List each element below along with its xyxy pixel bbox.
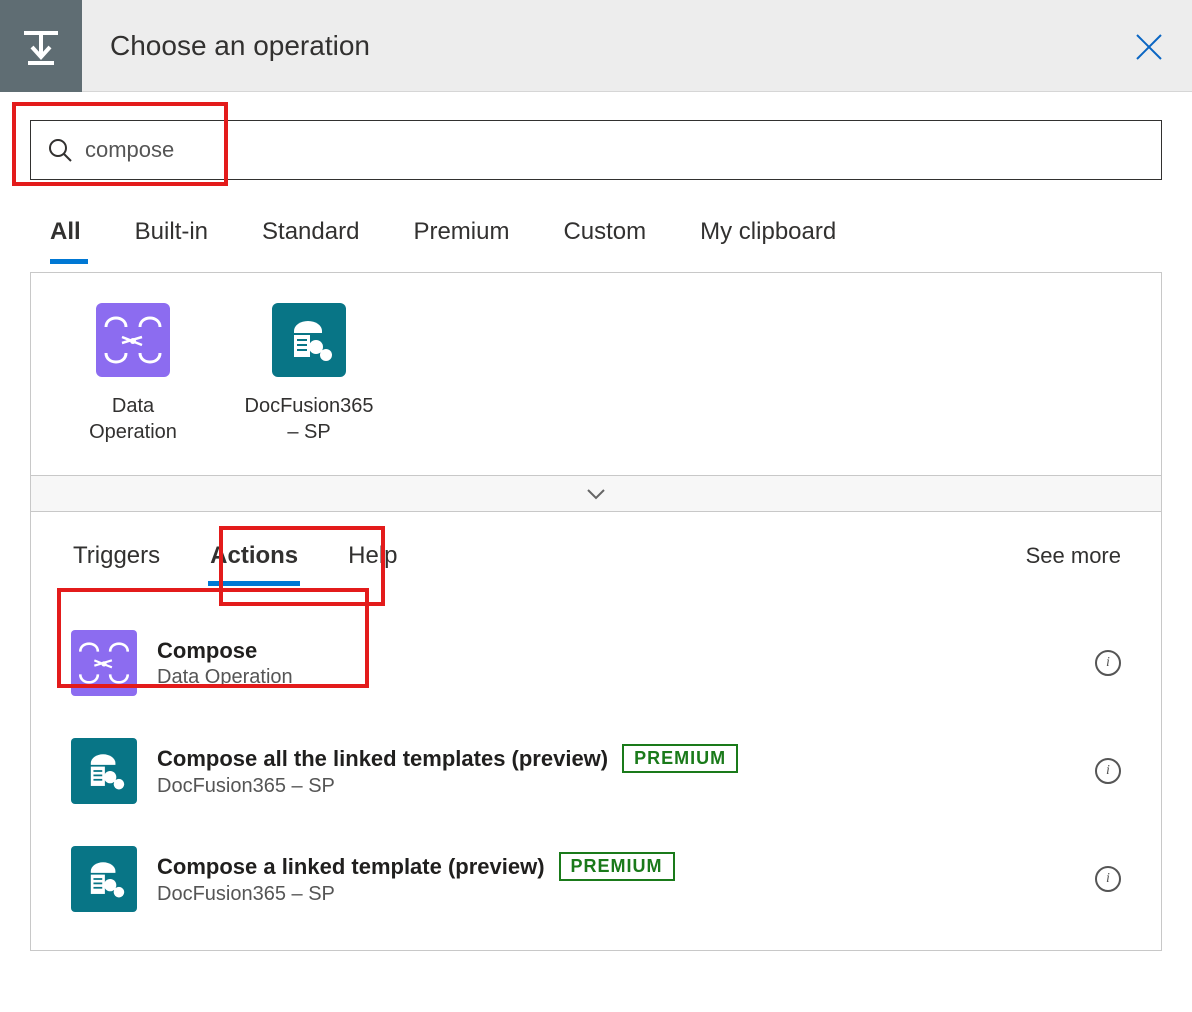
tab-triggers[interactable]: Triggers [71,536,162,576]
search-box[interactable] [30,120,1162,180]
connector-label: Data Operation [73,393,193,445]
action-compose-linked-template[interactable]: Compose a linked template (preview) PREM… [31,832,1161,926]
connector-docfusion365-sp[interactable]: DocFusion365 – SP [249,303,369,445]
action-title: Compose all the linked templates (previe… [157,746,608,772]
search-input[interactable] [83,136,1145,164]
see-more-link[interactable]: See more [1026,543,1121,569]
connector-filter-tabs: All Built-in Standard Premium Custom My … [50,218,1192,260]
dialog-title: Choose an operation [110,30,370,62]
action-title: Compose a linked template (preview) [157,854,545,880]
tab-help[interactable]: Help [346,536,399,576]
close-icon [1134,32,1164,62]
expand-connectors-button[interactable] [31,475,1161,511]
tab-actions[interactable]: Actions [208,536,300,576]
tab-custom[interactable]: Custom [563,218,646,260]
action-subtitle: DocFusion365 – SP [157,883,675,906]
premium-badge: PREMIUM [559,852,675,881]
tab-premium[interactable]: Premium [413,218,509,260]
connector-data-operation[interactable]: Data Operation [73,303,193,445]
data-operation-icon [71,630,137,696]
connectors-panel: Data Operation DocFusion365 – SP [30,272,1162,512]
step-type-icon [0,0,82,92]
operation-list-panel: Triggers Actions Help See more Compose D… [30,512,1162,951]
tab-all[interactable]: All [50,218,81,260]
tab-built-in[interactable]: Built-in [135,218,208,260]
premium-badge: PREMIUM [622,744,738,773]
info-button[interactable]: i [1095,758,1121,784]
docfusion-icon [71,738,137,804]
chevron-down-icon [586,488,606,500]
info-button[interactable]: i [1095,866,1121,892]
connector-label: DocFusion365 – SP [245,393,374,445]
action-subtitle: DocFusion365 – SP [157,775,738,798]
action-compose-all-linked-templates[interactable]: Compose all the linked templates (previe… [31,724,1161,818]
data-operation-icon [96,303,170,377]
close-button[interactable] [1134,32,1164,62]
docfusion-icon [272,303,346,377]
docfusion-icon [71,846,137,912]
action-compose[interactable]: Compose Data Operation i [31,616,1161,710]
tab-my-clipboard[interactable]: My clipboard [700,218,836,260]
info-button[interactable]: i [1095,650,1121,676]
action-title: Compose [157,638,257,664]
action-subtitle: Data Operation [157,666,293,689]
tab-standard[interactable]: Standard [262,218,359,260]
dialog-header: Choose an operation [0,0,1192,92]
search-icon [47,137,73,163]
